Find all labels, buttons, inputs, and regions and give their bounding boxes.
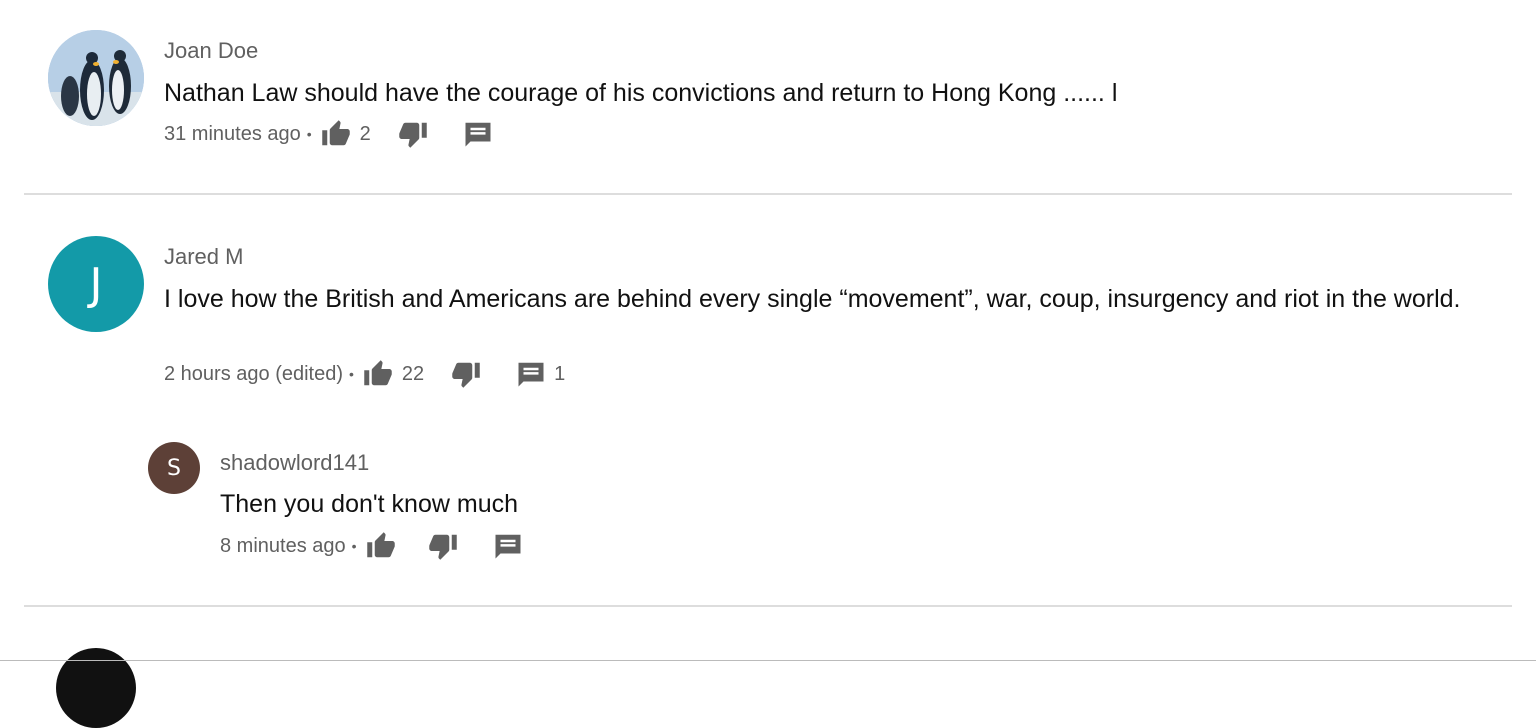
avatar[interactable]: S (148, 442, 200, 494)
thumbs-up-icon[interactable] (365, 531, 397, 561)
comment-text: I love how the British and Americans are… (164, 285, 1461, 313)
penguin-photo-icon (48, 30, 144, 126)
comment-author[interactable]: Jared M (164, 244, 243, 270)
avatar-letter: S (167, 455, 181, 481)
timestamp[interactable]: 2 hours ago (edited) (164, 363, 343, 386)
divider (24, 193, 1512, 195)
avatar[interactable] (48, 30, 144, 126)
timestamp[interactable]: 31 minutes ago (164, 123, 301, 146)
separator: • (306, 126, 312, 142)
separator: • (349, 366, 354, 382)
comment-text: Then you don't know much (220, 490, 518, 518)
comment-author[interactable]: shadowlord141 (220, 450, 369, 476)
thumbs-down-icon[interactable] (427, 531, 459, 561)
comment-author[interactable]: Joan Doe (164, 38, 258, 64)
reply-icon[interactable] (463, 119, 493, 149)
comment-actions: 2 hours ago (edited) • 22 1 (164, 358, 565, 390)
avatar[interactable]: J (48, 236, 144, 332)
reply-count[interactable]: 1 (554, 363, 565, 386)
like-count: 22 (401, 362, 425, 385)
thumbs-up-icon[interactable] (362, 359, 394, 389)
thumbs-up-icon[interactable] (320, 119, 352, 149)
reply-icon[interactable] (516, 359, 546, 389)
divider (24, 605, 1512, 607)
comment-text: Nathan Law should have the courage of hi… (164, 79, 1118, 107)
like-count: 2 (359, 122, 371, 145)
avatar-letter: J (89, 258, 103, 310)
reply-icon[interactable] (493, 531, 523, 561)
thumbs-down-icon[interactable] (450, 359, 482, 389)
thumbs-down-icon[interactable] (397, 119, 429, 149)
separator: • (351, 538, 357, 554)
comment-actions: 31 minutes ago • 2 (164, 118, 493, 150)
comment-actions: 8 minutes ago • (220, 530, 523, 562)
timestamp[interactable]: 8 minutes ago (220, 535, 346, 558)
